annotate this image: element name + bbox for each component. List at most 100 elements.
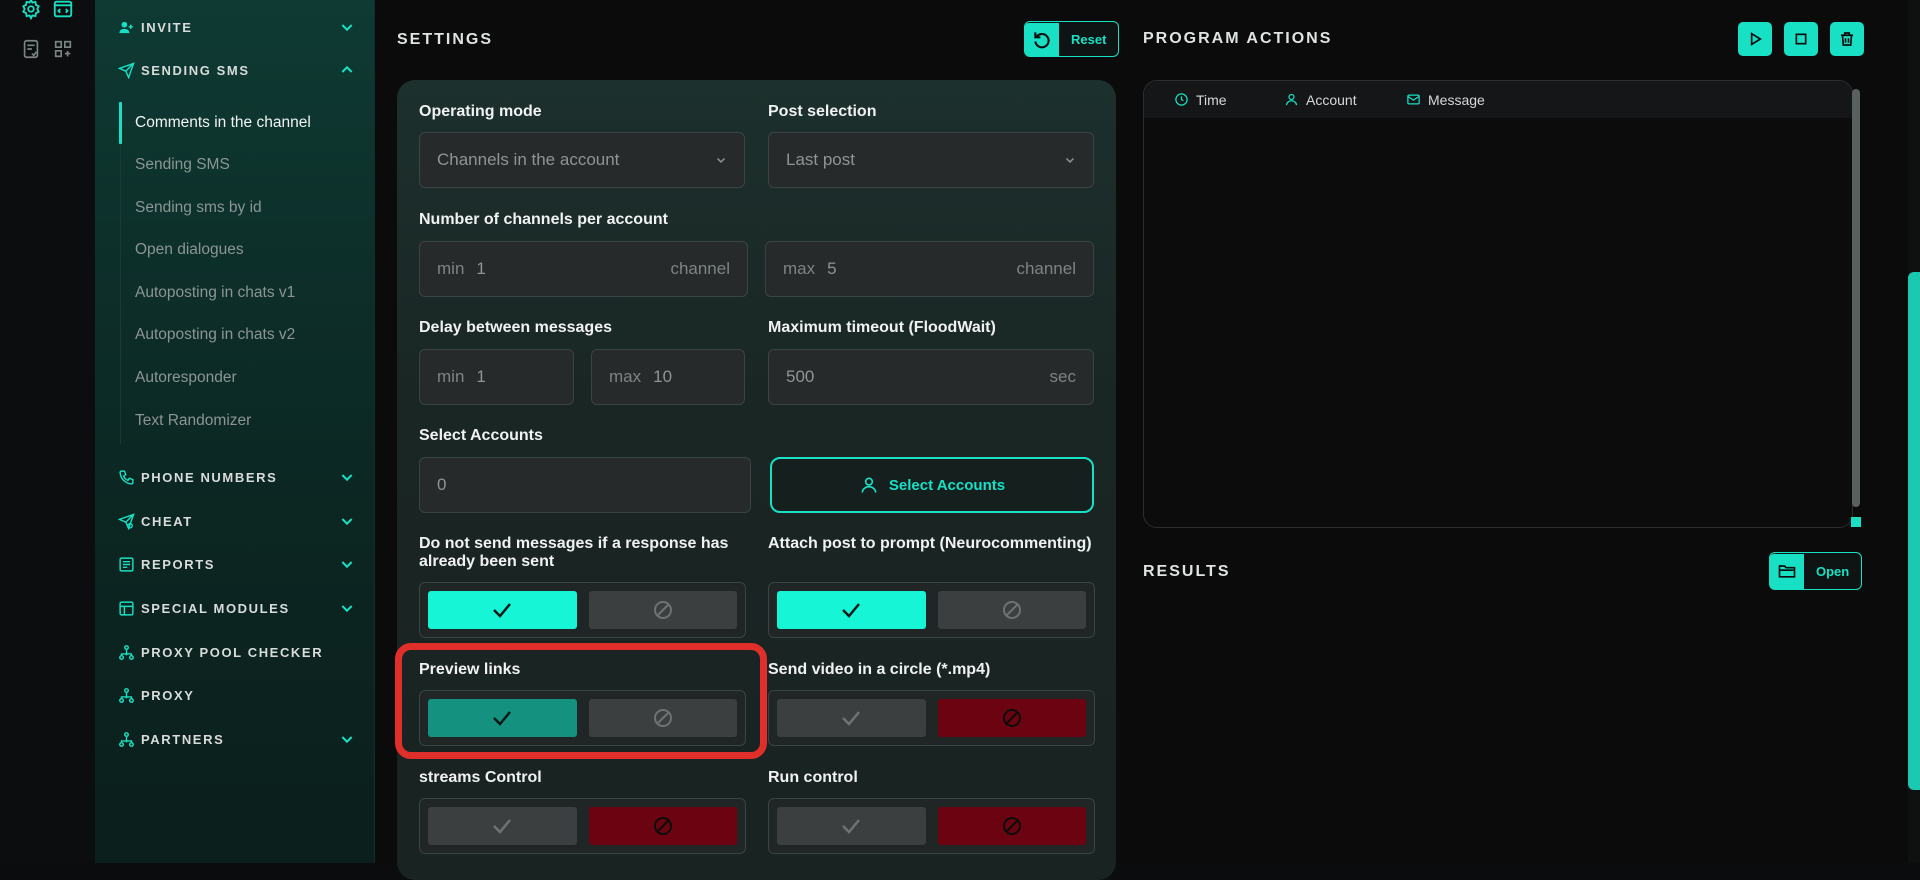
sidebar-item-autoposting-v1[interactable]: Autoposting in chats v1 (135, 284, 365, 302)
log-column-account-label: Account (1306, 91, 1357, 108)
sidebar-item-sending-sms-by-id[interactable]: Sending sms by id (135, 199, 365, 217)
disable-button[interactable] (937, 699, 1086, 737)
ban-icon (653, 817, 672, 835)
run-control-label: Run control (768, 769, 858, 786)
ban-icon (1002, 601, 1021, 619)
program-actions-log: Time Account Message (1143, 80, 1853, 528)
select-accounts-button[interactable]: Select Accounts (770, 457, 1094, 513)
ban-icon (1002, 817, 1021, 835)
sidebar-item-open-dialogues[interactable]: Open dialogues (135, 241, 365, 259)
disable-button[interactable] (937, 807, 1086, 845)
accounts-count-input[interactable]: 0 (419, 457, 751, 513)
delay-label: Delay between messages (419, 319, 612, 336)
ban-icon (1002, 709, 1021, 727)
folder-icon (1770, 553, 1804, 589)
run-control-toggle (768, 798, 1095, 854)
sidebar-section-phone-numbers[interactable]: PHONE NUMBERS (117, 462, 355, 492)
enable-button[interactable] (428, 591, 577, 629)
submenu-active-indicator (119, 102, 122, 144)
enable-button[interactable] (777, 699, 926, 737)
chevron-down-icon (341, 24, 353, 32)
enable-button[interactable] (428, 807, 577, 845)
program-actions-title: PROGRAM ACTIONS (1143, 30, 1333, 47)
page-scrollbar[interactable] (1908, 272, 1920, 790)
sidebar-section-cheat[interactable]: CHEAT (117, 506, 355, 536)
check-icon (842, 711, 861, 726)
play-button[interactable] (1738, 22, 1772, 56)
accounts-count-value: 0 (437, 475, 447, 494)
post-selection-select[interactable]: Last post (768, 132, 1094, 188)
phone-icon (117, 468, 135, 486)
no-repeat-label: Do not send messages if a response has a… (419, 535, 729, 570)
sidebar-section-reports[interactable]: REPORTS (117, 549, 355, 579)
trash-icon (1841, 32, 1853, 46)
sidebar-section-special-modules[interactable]: SPECIAL MODULES (117, 593, 355, 623)
chevron-down-icon (716, 157, 726, 164)
disable-button[interactable] (588, 807, 737, 845)
channels-min-value: 1 (476, 259, 486, 278)
stop-icon (1795, 33, 1807, 45)
channels-min-input[interactable]: min 1 channel (419, 241, 748, 297)
log-column-account: Account (1284, 92, 1406, 108)
clock-icon (1175, 93, 1188, 106)
delay-max-input[interactable]: max 10 (591, 349, 745, 405)
chevron-up-icon (341, 65, 353, 73)
max-prefix: max (609, 367, 642, 386)
log-column-time: Time (1174, 92, 1284, 108)
sidebar-section-sending-sms[interactable]: SENDING SMS (117, 55, 355, 85)
select-accounts-button-label: Select Accounts (888, 476, 1006, 494)
gear-icon[interactable] (20, 0, 42, 20)
disable-button[interactable] (588, 591, 737, 629)
sidebar-item-text-randomizer[interactable]: Text Randomizer (135, 412, 365, 430)
open-results-button[interactable]: Open (1769, 552, 1863, 590)
sidebar-section-label: PARTNERS (141, 731, 225, 747)
operating-mode-label: Operating mode (419, 103, 542, 120)
refresh-icon (1025, 22, 1059, 56)
log-scrollbar[interactable] (1852, 89, 1860, 507)
icon-rail (0, 0, 95, 863)
sidebar-section-label: SENDING SMS (141, 62, 250, 78)
enable-button[interactable] (777, 807, 926, 845)
operating-mode-value: Channels in the account (437, 150, 620, 169)
ban-icon (653, 601, 672, 619)
reset-button[interactable]: Reset (1024, 21, 1120, 57)
sidebar-section-label: REPORTS (141, 556, 216, 572)
select-accounts-label: Select Accounts (419, 427, 543, 444)
user-icon (1285, 93, 1298, 106)
sidebar-section-invite[interactable]: INVITE (117, 12, 355, 42)
operating-mode-select[interactable]: Channels in the account (419, 132, 745, 188)
network-icon (117, 643, 135, 661)
disable-button[interactable] (937, 591, 1086, 629)
enable-button[interactable] (777, 591, 926, 629)
report-icon (117, 555, 135, 573)
sidebar-item-sending-sms[interactable]: Sending SMS (135, 156, 365, 174)
timeout-input[interactable]: 500 sec (768, 349, 1094, 405)
user-icon (861, 477, 877, 493)
code-icon[interactable] (52, 0, 74, 20)
chevron-down-icon (1065, 157, 1075, 164)
resize-handle[interactable] (1851, 517, 1861, 527)
sidebar-item-autoposting-v2[interactable]: Autoposting in chats v2 (135, 326, 365, 344)
network-icon (117, 730, 135, 748)
channels-max-input[interactable]: max 5 channel (765, 241, 1094, 297)
delete-button[interactable] (1830, 22, 1864, 56)
sidebar-section-partners[interactable]: PARTNERS (117, 724, 355, 754)
sidebar-item-autoresponder[interactable]: Autoresponder (135, 369, 365, 387)
sidebar-item-comments-in-channel[interactable]: Comments in the channel (135, 114, 365, 132)
check-icon (493, 603, 512, 618)
stop-button[interactable] (1784, 22, 1818, 56)
grid-icon[interactable] (52, 38, 74, 60)
modules-icon (117, 599, 135, 617)
timeout-label: Maximum timeout (FloodWait) (768, 319, 996, 336)
sidebar-section-proxy[interactable]: PROXY (117, 680, 355, 710)
delay-max-value: 10 (653, 367, 673, 386)
delay-min-input[interactable]: min 1 (419, 349, 574, 405)
sidebar-section-proxy-pool-checker[interactable]: PROXY POOL CHECKER (117, 637, 355, 667)
highlight-box (395, 643, 767, 759)
check-icon (842, 603, 861, 618)
chevron-down-icon (341, 561, 353, 569)
notes-icon[interactable] (20, 38, 42, 60)
post-selection-label: Post selection (768, 103, 877, 120)
streams-control-toggle (419, 798, 746, 854)
sidebar-section-label: PROXY (141, 687, 195, 703)
